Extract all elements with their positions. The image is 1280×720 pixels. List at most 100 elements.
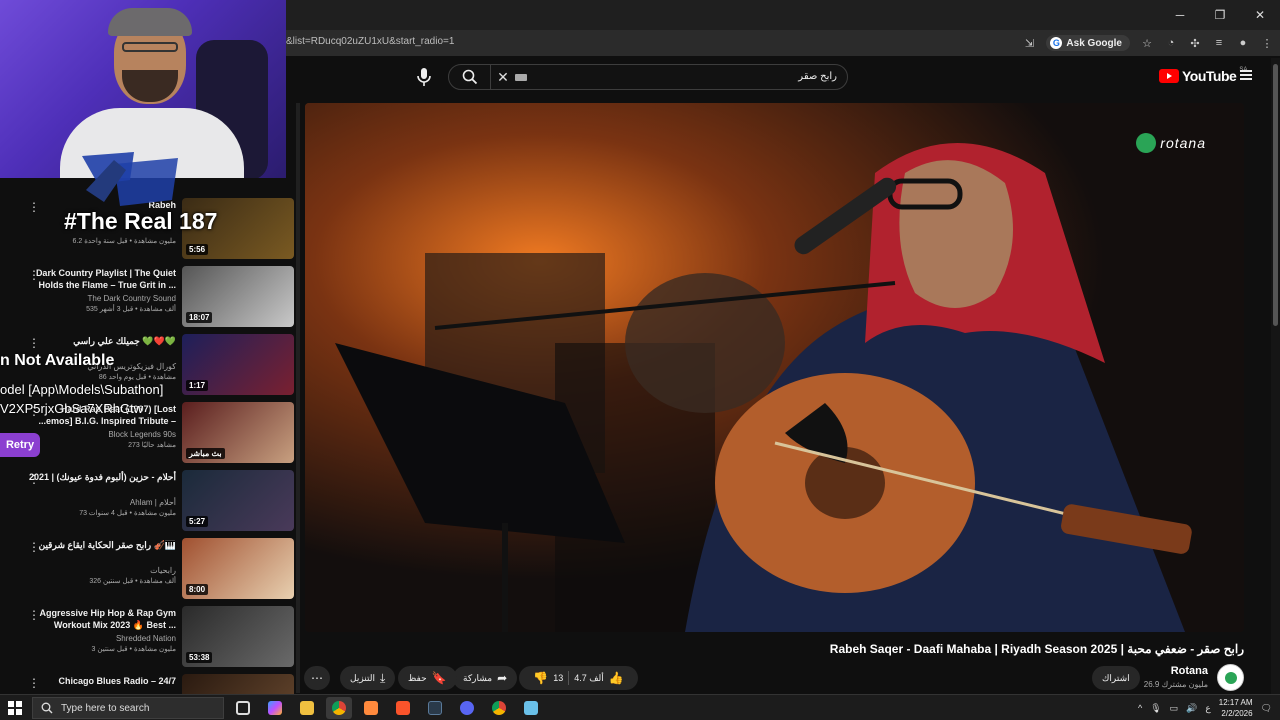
- network-icon[interactable]: ▭: [1170, 703, 1179, 714]
- channel-name[interactable]: Rotana: [1171, 665, 1208, 677]
- video-channel[interactable]: رابحيات: [150, 566, 176, 575]
- video-thumbnail[interactable]: 18:07: [182, 266, 294, 327]
- minimize-icon[interactable]: ─: [1160, 0, 1200, 30]
- file-explorer-icon[interactable]: [294, 697, 320, 719]
- media-controls-icon[interactable]: ≡: [1212, 36, 1226, 50]
- page-scrollbar[interactable]: [1271, 58, 1280, 694]
- video-title-line-1[interactable]: رابح صقر الحكاية ايقاع شرقين 🎻🎹: [39, 540, 176, 551]
- windows-start-icon[interactable]: [8, 701, 22, 715]
- channel-avatar[interactable]: [1217, 664, 1244, 691]
- video-thumbnail[interactable]: 53:38: [182, 606, 294, 667]
- more-horizontal-icon: ⋯: [311, 671, 323, 685]
- screen: ─ ❐ ✕ &list=RDucq02uZU1xU&start_radio=1 …: [0, 0, 1280, 720]
- item-menu-icon[interactable]: ⋮: [28, 677, 40, 689]
- video-title-line-2[interactable]: Holds the Flame – True Grit in ...: [38, 280, 176, 290]
- video-title-line-1[interactable]: أحلام - حزين (ألبوم فدوة عيونك) | 2021: [29, 472, 176, 483]
- dislike-icon[interactable]: 👎: [533, 671, 548, 685]
- video-player[interactable]: rotana: [305, 103, 1244, 632]
- chrome-profile-icon[interactable]: [486, 697, 512, 719]
- youtube-logo[interactable]: YouTube SA: [1159, 67, 1247, 84]
- like-dislike-group: 👎 13 4.7 ألف 👍: [519, 666, 638, 690]
- notes-app-icon[interactable]: [518, 697, 544, 719]
- item-menu-icon[interactable]: ⋮: [28, 269, 40, 281]
- video-title-line-1[interactable]: جميلك علي راسي 💚❤️💚: [73, 336, 176, 347]
- video-channel[interactable]: Shredded Nation: [116, 634, 176, 643]
- item-menu-icon[interactable]: ⋮: [28, 541, 40, 553]
- download-label: التنزيل: [350, 672, 375, 683]
- voice-search-icon[interactable]: [414, 66, 434, 88]
- video-thumbnail[interactable]: 8:00: [182, 538, 294, 599]
- clock-date: 2/2/2026: [1221, 709, 1253, 718]
- restore-icon[interactable]: ❐: [1200, 0, 1240, 30]
- video-channel[interactable]: Ahlam | أحلام: [130, 498, 176, 507]
- url-text[interactable]: &list=RDucq02uZU1xU&start_radio=1: [286, 36, 454, 47]
- related-video-item[interactable]: 8:00 ⋮ رابح صقر الحكاية ايقاع شرقين 🎻🎹 رابح…: [0, 538, 298, 602]
- video-thumbnail[interactable]: 1:17: [182, 334, 294, 395]
- related-video-item[interactable]: 53:38 ⋮ Aggressive Hip Hop & Rap Gym Workou…: [0, 606, 298, 670]
- copilot-icon[interactable]: [262, 697, 288, 719]
- video-thumbnail[interactable]: بث مباشر: [182, 402, 294, 463]
- notifications-icon[interactable]: 🗨: [1261, 703, 1272, 714]
- video-thumbnail[interactable]: LIVE: [182, 674, 294, 694]
- terminal-icon[interactable]: [422, 697, 448, 719]
- incognito-icon[interactable]: ◔: [1164, 36, 1178, 50]
- item-menu-icon[interactable]: ⋮: [28, 337, 40, 349]
- scrollbar-thumb[interactable]: [1273, 64, 1278, 326]
- related-video-item[interactable]: 18:07 ⋮ Dark Country Playlist | The Quiet H…: [0, 266, 298, 330]
- video-title-line-1[interactable]: Chicago Blues Radio – 24/7: [58, 676, 176, 686]
- profile-icon[interactable]: ●: [1236, 36, 1250, 50]
- dislike-count[interactable]: 13: [553, 673, 563, 683]
- video-title-line-2[interactable]: Workout Mix 2023 🔥 Best ...: [54, 620, 176, 631]
- ableton-icon[interactable]: [358, 697, 384, 719]
- close-icon[interactable]: ✕: [1240, 0, 1280, 30]
- video-frame: [305, 103, 1244, 632]
- microphone-tray-icon[interactable]: 🎙: [1150, 703, 1161, 714]
- input-language[interactable]: ع: [1205, 703, 1210, 714]
- video-thumbnail[interactable]: 5:27: [182, 470, 294, 531]
- brave-icon[interactable]: [390, 697, 416, 719]
- related-video-item[interactable]: 5:27 ⋮ أحلام - حزين (ألبوم فدوة عيونك) | 2…: [0, 470, 298, 534]
- search-button[interactable]: [449, 65, 491, 89]
- extensions-icon[interactable]: ✣: [1188, 36, 1202, 50]
- save-button[interactable]: حفظ 🔖: [398, 666, 457, 690]
- taskbar-search[interactable]: Type here to search: [32, 697, 224, 719]
- task-view-icon[interactable]: [230, 697, 256, 719]
- like-count[interactable]: 4.7 ألف: [574, 673, 604, 684]
- guide-menu-icon[interactable]: [1240, 70, 1252, 80]
- ask-google-button[interactable]: G Ask Google: [1046, 35, 1130, 51]
- taskbar-clock[interactable]: 12:17 AM 2/2/2026: [1219, 697, 1253, 719]
- video-meta: 273 مشاهد حاليًا: [128, 442, 176, 449]
- download-button[interactable]: التنزيل ⤓: [340, 666, 396, 690]
- search-box[interactable]: ✕ رابح صقر: [448, 64, 848, 90]
- tray-overflow-icon[interactable]: ^: [1138, 703, 1142, 713]
- taskbar-search-icon: [41, 702, 53, 714]
- item-menu-icon[interactable]: ⋮: [28, 201, 40, 213]
- windows-taskbar: Type here to search ^ 🎙 ▭ 🔊 ع 12:17 AM 2…: [0, 694, 1280, 720]
- clear-search-icon[interactable]: ✕: [495, 68, 511, 86]
- google-icon: G: [1050, 37, 1063, 49]
- retry-button[interactable]: Retry: [0, 433, 40, 457]
- install-icon[interactable]: ⇲: [1022, 36, 1036, 50]
- video-title: Rabeh Saqer - Daafi Mahaba | Riyadh Seas…: [829, 642, 1244, 656]
- related-video-item[interactable]: LIVE ⋮ Chicago Blues Radio – 24/7: [0, 674, 298, 694]
- like-icon[interactable]: 👍: [609, 671, 624, 685]
- address-bar[interactable]: &list=RDucq02uZU1xU&start_radio=1 ⇲ G As…: [286, 30, 1280, 56]
- keyboard-icon[interactable]: [515, 74, 527, 81]
- video-title-line-2[interactable]: ...emos] B.I.G. Inspired Tribute –: [38, 416, 176, 426]
- video-title-line-1[interactable]: Dark Country Playlist | The Quiet: [36, 268, 176, 278]
- browser-menu-icon[interactable]: ⋮: [1260, 36, 1274, 50]
- video-channel[interactable]: The Dark Country Sound: [88, 294, 177, 303]
- volume-icon[interactable]: 🔊: [1186, 703, 1197, 714]
- discord-icon[interactable]: [454, 697, 480, 719]
- more-actions-button[interactable]: ⋯: [304, 666, 330, 690]
- video-title-line-1[interactable]: Aggressive Hip Hop & Rap Gym: [39, 608, 176, 618]
- search-icon: [462, 69, 477, 85]
- search-input[interactable]: رابح صقر: [798, 71, 837, 82]
- share-button[interactable]: مشاركة ➦: [453, 666, 518, 690]
- item-menu-icon[interactable]: ⋮: [28, 609, 40, 621]
- subscribe-button[interactable]: اشتراك: [1092, 666, 1140, 690]
- video-meta: 535 ألف مشاهدة • قبل 3 أشهر: [86, 306, 176, 313]
- video-channel[interactable]: Block Legends 90s: [108, 430, 176, 439]
- chrome-icon[interactable]: [326, 697, 352, 719]
- bookmark-star-icon[interactable]: ☆: [1140, 36, 1154, 50]
